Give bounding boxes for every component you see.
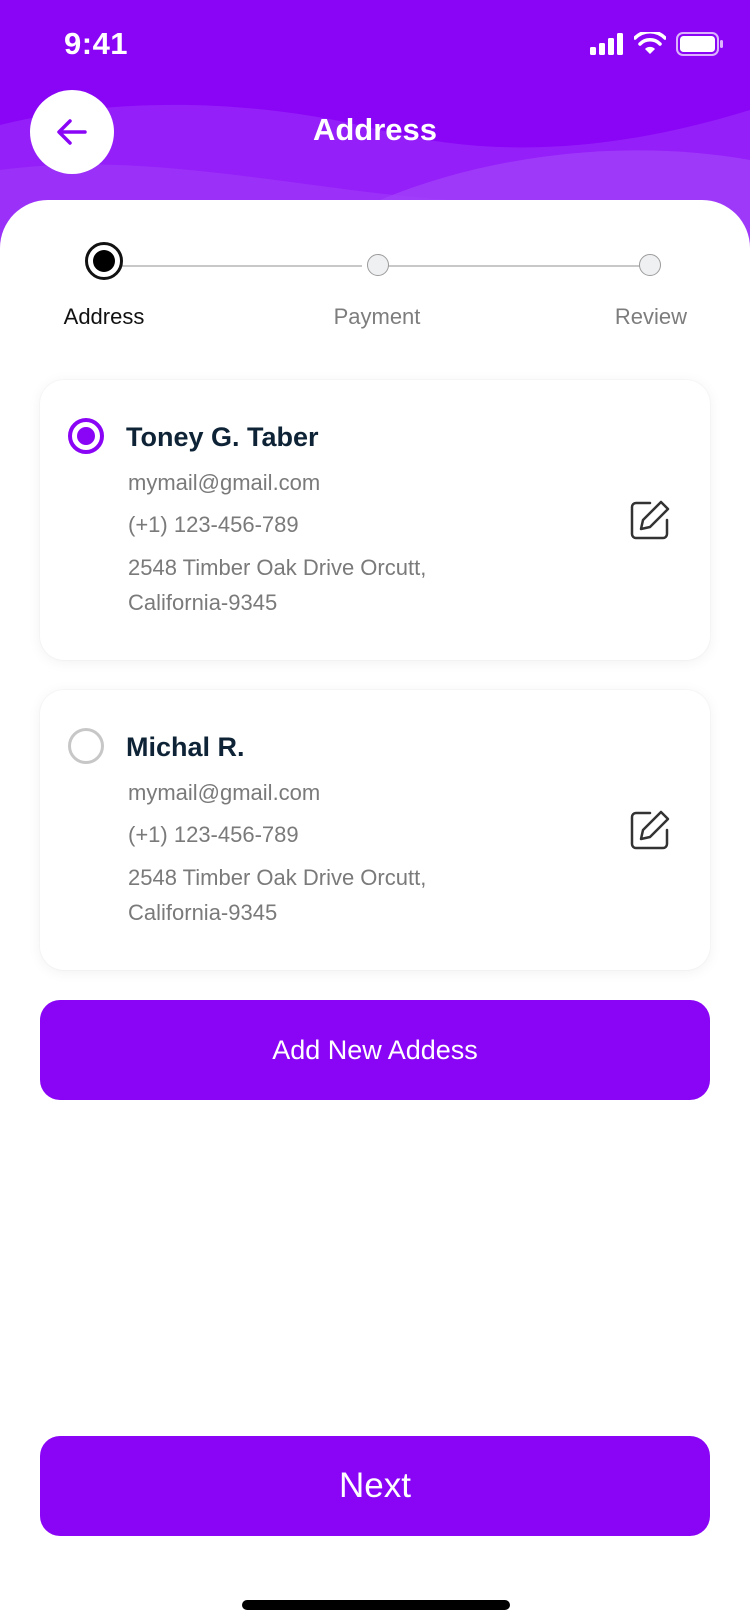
address-card[interactable]: Toney G. Taber mymail@gmail.com (+1) 123… — [40, 380, 710, 660]
checkout-stepper: Address Payment Review — [0, 200, 750, 340]
stepper-line — [122, 265, 362, 267]
edit-icon[interactable] — [628, 808, 672, 852]
home-indicator — [242, 1600, 510, 1610]
address-line-2: California-9345 — [128, 590, 278, 615]
step-dot-address[interactable] — [85, 242, 123, 280]
address-line-1: 2548 Timber Oak Drive Orcutt, — [128, 555, 427, 580]
address-phone: (+1) 123-456-789 — [128, 512, 299, 537]
wifi-icon — [634, 32, 666, 54]
step-label-review[interactable]: Review — [571, 304, 731, 330]
step-dot-review[interactable] — [639, 254, 661, 276]
address-line-2: California-9345 — [128, 900, 278, 925]
address-line-1: 2548 Timber Oak Drive Orcutt, — [128, 865, 427, 890]
page-title: Address — [312, 112, 438, 147]
status-icons — [590, 32, 724, 56]
status-time: 9:41 — [64, 26, 129, 61]
battery-icon — [676, 32, 723, 56]
address-phone: (+1) 123-456-789 — [128, 822, 299, 847]
address-radio[interactable] — [68, 728, 104, 764]
step-label-payment[interactable]: Payment — [297, 304, 457, 330]
address-email: mymail@gmail.com — [128, 470, 321, 495]
content-sheet: Address Payment Review Toney G. Taber my… — [0, 200, 750, 1624]
next-button[interactable]: Next — [40, 1436, 710, 1536]
step-label-address[interactable]: Address — [24, 304, 184, 330]
edit-icon[interactable] — [628, 498, 672, 542]
signal-icon — [590, 33, 623, 55]
address-name: Michal R. — [126, 732, 245, 762]
step-dot-payment[interactable] — [367, 254, 389, 276]
add-new-address-button[interactable]: Add New Addess — [40, 1000, 710, 1100]
address-card[interactable]: Michal R. mymail@gmail.com (+1) 123-456-… — [40, 690, 710, 970]
address-name: Toney G. Taber — [126, 422, 319, 452]
address-radio-selected[interactable] — [68, 418, 104, 454]
stepper-line — [388, 265, 640, 267]
address-email: mymail@gmail.com — [128, 780, 321, 805]
